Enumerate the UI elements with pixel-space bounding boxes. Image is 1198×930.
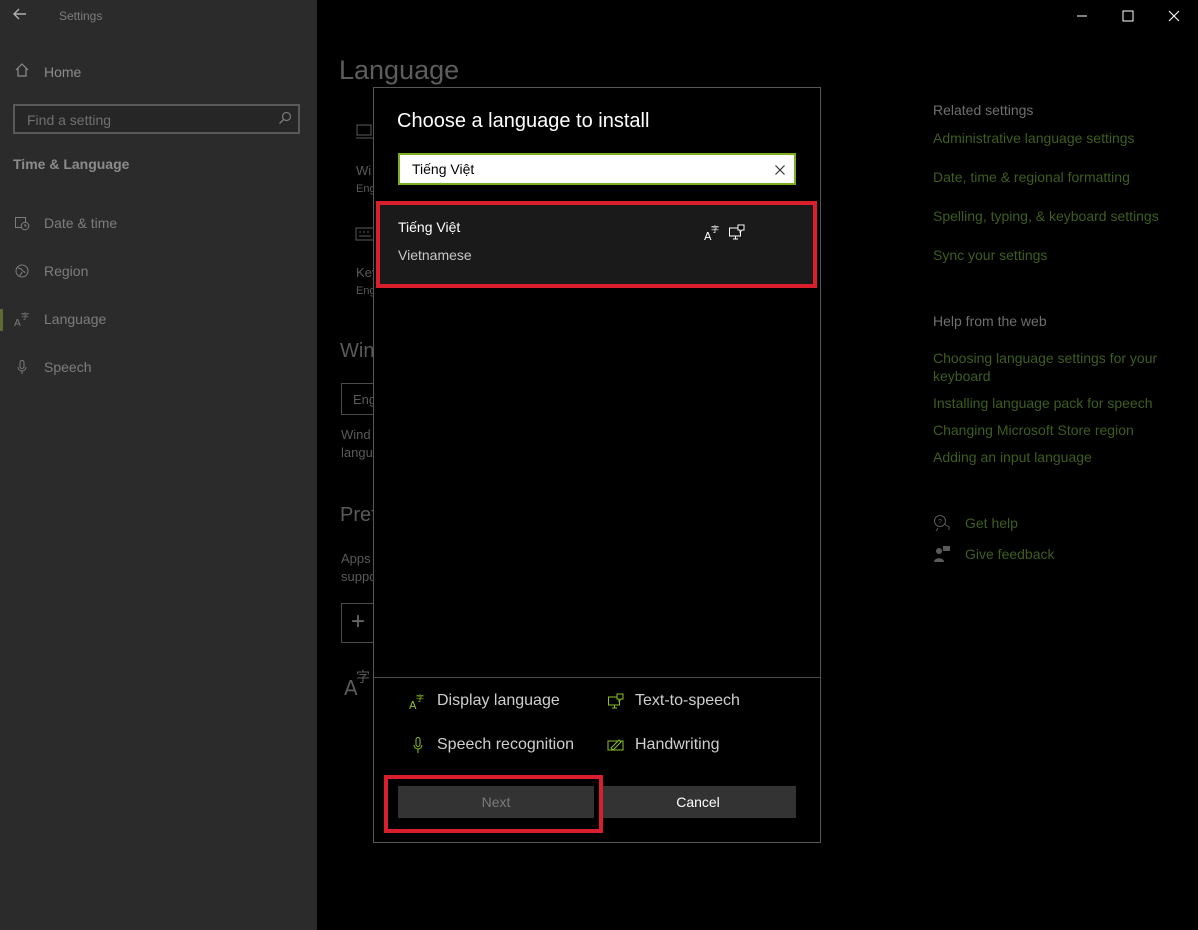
get-help-link[interactable]: ? Get help [933, 514, 1018, 532]
sidebar-item-language[interactable]: A字 Language [14, 311, 107, 329]
result-native-name: Tiếng Việt [398, 219, 461, 235]
link-choosing-language-settings[interactable]: Choosing language settings for your keyb… [933, 349, 1173, 385]
sidebar-item-label: Language [44, 311, 107, 327]
selected-indicator [0, 309, 3, 331]
sidebar-search-box[interactable] [13, 104, 300, 134]
close-window-icon[interactable] [1164, 6, 1184, 26]
dialog-separator [374, 677, 820, 678]
svg-text:字: 字 [416, 693, 424, 703]
legend-handwriting: Handwriting [607, 736, 719, 754]
language-result-item[interactable]: Tiếng Việt Vietnamese A字 [379, 205, 816, 285]
link-date-time-regional[interactable]: Date, time & regional formatting [933, 168, 1173, 186]
sidebar-home[interactable]: Home [14, 62, 81, 81]
display-language-icon: A字 [409, 692, 427, 712]
preferred-desc-fragment-1: Apps [341, 551, 371, 566]
page-title: Language [339, 55, 460, 85]
sidebar-home-label: Home [44, 63, 82, 80]
language-icon: A字 [14, 311, 32, 329]
install-language-dialog: Choose a language to install Tiếng Việt … [373, 87, 821, 843]
display-desc-fragment-2: langu [341, 445, 373, 460]
help-chat-icon: ? [933, 514, 953, 532]
minimize-icon[interactable] [1072, 6, 1092, 26]
svg-text:字: 字 [21, 311, 29, 321]
give-feedback-link[interactable]: Give feedback [933, 545, 1055, 563]
link-adding-input-language[interactable]: Adding an input language [933, 448, 1173, 466]
legend-label: Display language [437, 692, 560, 709]
sidebar-section-title: Time & Language [13, 156, 130, 172]
legend-speech-recognition: Speech recognition [409, 736, 574, 754]
give-feedback-label: Give feedback [965, 546, 1055, 562]
sidebar-item-region[interactable]: Region [14, 263, 88, 279]
clear-search-icon[interactable] [774, 163, 786, 175]
find-setting-input[interactable] [25, 111, 274, 129]
legend-label: Text-to-speech [635, 692, 740, 709]
windows-display-language-heading: Win [340, 340, 375, 362]
back-arrow-icon[interactable] [12, 6, 32, 26]
link-admin-language-settings[interactable]: Administrative language settings [933, 129, 1173, 147]
link-spelling-typing-keyboard[interactable]: Spelling, typing, & keyboard settings [933, 207, 1173, 225]
sidebar-item-label: Date & time [44, 215, 118, 231]
preferred-languages-heading: Pref [340, 504, 377, 526]
cancel-button[interactable]: Cancel [600, 786, 796, 818]
app-title: Settings [59, 9, 103, 23]
feedback-person-icon [933, 545, 953, 563]
plus-icon: + [351, 608, 366, 635]
related-settings-heading: Related settings [933, 102, 1034, 118]
keyboard-icon [355, 226, 375, 245]
dialog-title: Choose a language to install [397, 110, 650, 132]
maximize-icon[interactable] [1118, 6, 1138, 26]
language-large-icon: A字 [344, 668, 374, 701]
svg-text:A: A [14, 318, 21, 327]
sidebar-item-label: Speech [44, 359, 92, 375]
svg-text:字: 字 [356, 670, 370, 686]
language-search-box[interactable] [398, 153, 796, 185]
link-installing-language-pack[interactable]: Installing language pack for speech [933, 394, 1173, 412]
text-to-speech-icon [607, 692, 625, 710]
result-english-name: Vietnamese [398, 247, 472, 263]
language-search-input[interactable] [410, 160, 764, 178]
handwriting-pen-icon [607, 736, 625, 754]
help-from-web-heading: Help from the web [933, 313, 1047, 329]
sidebar: Settings Home Time & Language Date & tim… [0, 0, 317, 930]
get-help-label: Get help [965, 515, 1018, 531]
search-icon[interactable] [278, 111, 292, 125]
sidebar-item-date-time[interactable]: Date & time [14, 215, 117, 231]
globe-icon [14, 263, 32, 279]
display-language-feature-icon: A字 [704, 223, 722, 243]
legend-label: Handwriting [635, 736, 720, 753]
monitor-icon [355, 122, 375, 145]
clock-icon [14, 215, 32, 231]
sidebar-item-speech[interactable]: Speech [14, 359, 91, 375]
link-changing-store-region[interactable]: Changing Microsoft Store region [933, 421, 1173, 439]
microphone-icon [14, 359, 32, 375]
home-icon [14, 62, 32, 81]
windows-display-fragment: Wi [356, 163, 372, 178]
display-desc-fragment-1: Wind [341, 427, 371, 442]
microphone-icon [409, 736, 427, 754]
preferred-desc-fragment-2: suppo [341, 569, 377, 584]
legend-label: Speech recognition [437, 736, 574, 753]
legend-display-language: A字 Display language [409, 692, 560, 712]
svg-text:?: ? [938, 519, 942, 526]
link-sync-settings[interactable]: Sync your settings [933, 246, 1173, 264]
text-to-speech-feature-icon [728, 223, 746, 241]
svg-text:字: 字 [711, 224, 719, 234]
sidebar-item-label: Region [44, 263, 89, 279]
next-button[interactable]: Next [398, 786, 594, 818]
legend-text-to-speech: Text-to-speech [607, 692, 740, 710]
